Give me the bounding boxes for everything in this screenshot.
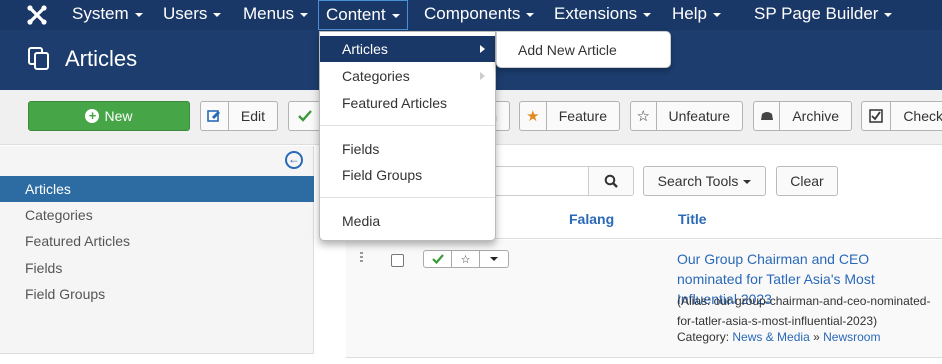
published-check-icon[interactable] bbox=[424, 251, 452, 267]
checkin-button[interactable]: Check bbox=[861, 101, 942, 131]
sidebar-item-fields[interactable]: Fields bbox=[0, 255, 314, 281]
caret-down-icon bbox=[712, 12, 721, 17]
nav-sp-page-builder-label: SP Page Builder bbox=[754, 4, 879, 23]
check-icon bbox=[289, 102, 321, 130]
sidebar: ← Articles Categories Featured Articles … bbox=[0, 146, 314, 354]
joomla-logo-icon[interactable] bbox=[26, 4, 48, 26]
sidebar-item-field-groups[interactable]: Field Groups bbox=[0, 281, 314, 307]
archive-button[interactable]: Archive bbox=[753, 101, 852, 131]
search-button[interactable] bbox=[588, 166, 634, 196]
edit-button[interactable]: Edit bbox=[200, 101, 278, 131]
nav-extensions[interactable]: Extensions bbox=[554, 0, 652, 30]
caret-down-icon bbox=[526, 12, 535, 17]
menu-item-field-groups[interactable]: Field Groups bbox=[320, 162, 495, 188]
chevron-right-icon bbox=[480, 45, 485, 53]
stack-icon bbox=[28, 47, 49, 70]
menu-item-fields[interactable]: Fields bbox=[320, 136, 495, 162]
article-category: Category: News & Media » Newsroom bbox=[677, 330, 880, 344]
search-tools-label: Search Tools bbox=[657, 173, 739, 189]
star-filled-icon: ★ bbox=[520, 102, 547, 130]
new-button[interactable]: + New bbox=[28, 101, 190, 131]
feature-button[interactable]: ★ Feature bbox=[519, 101, 620, 131]
search-input[interactable] bbox=[493, 166, 589, 196]
menu-item-articles[interactable]: Articles bbox=[320, 36, 495, 62]
column-falang[interactable]: Falang bbox=[569, 211, 614, 227]
nav-sp-page-builder[interactable]: SP Page Builder bbox=[754, 0, 893, 30]
nav-content[interactable]: Content bbox=[318, 0, 408, 30]
archive-icon bbox=[754, 102, 781, 130]
row-actions: ☆ bbox=[423, 250, 509, 268]
star-outline-icon: ☆ bbox=[631, 102, 657, 130]
archive-button-label: Archive bbox=[792, 108, 839, 124]
edit-icon bbox=[201, 102, 229, 130]
articles-submenu: Add New Article bbox=[496, 31, 671, 68]
top-navbar: System Users Menus Content Components Ex… bbox=[0, 0, 942, 30]
unfeature-button-label: Unfeature bbox=[668, 108, 730, 124]
nav-components[interactable]: Components bbox=[424, 0, 535, 30]
sidebar-item-articles[interactable]: Articles bbox=[0, 176, 314, 202]
caret-down-icon bbox=[884, 12, 893, 17]
nav-system[interactable]: System bbox=[72, 0, 143, 30]
nav-menus[interactable]: Menus bbox=[243, 0, 309, 30]
unfeature-button[interactable]: ☆ Unfeature bbox=[630, 101, 743, 131]
feature-button-label: Feature bbox=[558, 108, 607, 124]
nav-users[interactable]: Users bbox=[163, 0, 222, 30]
caret-down-icon bbox=[391, 13, 400, 18]
plus-circle-icon: + bbox=[85, 109, 100, 123]
nav-components-label: Components bbox=[424, 4, 521, 23]
caret-down-icon bbox=[213, 12, 222, 17]
featured-star-icon[interactable]: ☆ bbox=[452, 251, 480, 267]
menu-item-articles-label: Articles bbox=[342, 41, 388, 57]
category-label: Category: bbox=[677, 330, 730, 344]
nav-content-label: Content bbox=[326, 5, 386, 24]
caret-down-icon bbox=[300, 12, 309, 17]
caret-down-icon[interactable] bbox=[480, 251, 508, 267]
edit-button-label: Edit bbox=[240, 108, 265, 124]
caret-down-icon bbox=[134, 12, 143, 17]
nav-menus-label: Menus bbox=[243, 4, 295, 23]
search-icon bbox=[604, 174, 618, 188]
menu-divider bbox=[320, 197, 495, 198]
row-checkbox[interactable] bbox=[391, 254, 404, 267]
checkin-button-label: Check bbox=[903, 108, 942, 124]
category-separator: » bbox=[813, 330, 820, 344]
sidebar-toggle-arrow-icon[interactable]: ← bbox=[285, 151, 303, 169]
menu-item-media[interactable]: Media bbox=[320, 208, 495, 234]
nav-system-label: System bbox=[72, 4, 129, 23]
content-dropdown-menu: Articles Categories Featured Articles Fi… bbox=[319, 31, 496, 241]
nav-help-label: Help bbox=[672, 4, 707, 23]
menu-item-categories[interactable]: Categories bbox=[320, 63, 495, 89]
nav-users-label: Users bbox=[163, 4, 208, 23]
menu-item-featured-articles[interactable]: Featured Articles bbox=[320, 90, 495, 116]
table-row: ☆ Our Group Chairman and CEO nominated f… bbox=[346, 240, 942, 358]
add-new-article-link[interactable]: Add New Article bbox=[518, 42, 617, 58]
nav-extensions-label: Extensions bbox=[554, 4, 638, 23]
sidebar-item-categories[interactable]: Categories bbox=[0, 202, 314, 228]
drag-handle-icon[interactable] bbox=[360, 252, 364, 264]
menu-divider bbox=[320, 125, 495, 126]
category-link[interactable]: News & Media bbox=[732, 330, 809, 344]
caret-down-icon bbox=[643, 12, 652, 17]
new-button-label: New bbox=[104, 108, 133, 124]
sidebar-item-featured-articles[interactable]: Featured Articles bbox=[0, 228, 314, 254]
chevron-right-icon bbox=[480, 72, 485, 80]
page-title: Articles bbox=[65, 46, 138, 71]
menu-item-categories-label: Categories bbox=[342, 68, 410, 84]
column-title[interactable]: Title bbox=[678, 211, 707, 227]
nav-help[interactable]: Help bbox=[672, 0, 721, 30]
search-tools-button[interactable]: Search Tools bbox=[643, 166, 766, 196]
article-alias: (Alias: our-group-chairman-and-ceo-nomin… bbox=[677, 294, 931, 328]
checkbox-icon bbox=[862, 102, 892, 130]
subcategory-link[interactable]: Newsroom bbox=[823, 330, 880, 344]
clear-button[interactable]: Clear bbox=[776, 166, 838, 196]
caret-down-icon bbox=[743, 180, 752, 185]
